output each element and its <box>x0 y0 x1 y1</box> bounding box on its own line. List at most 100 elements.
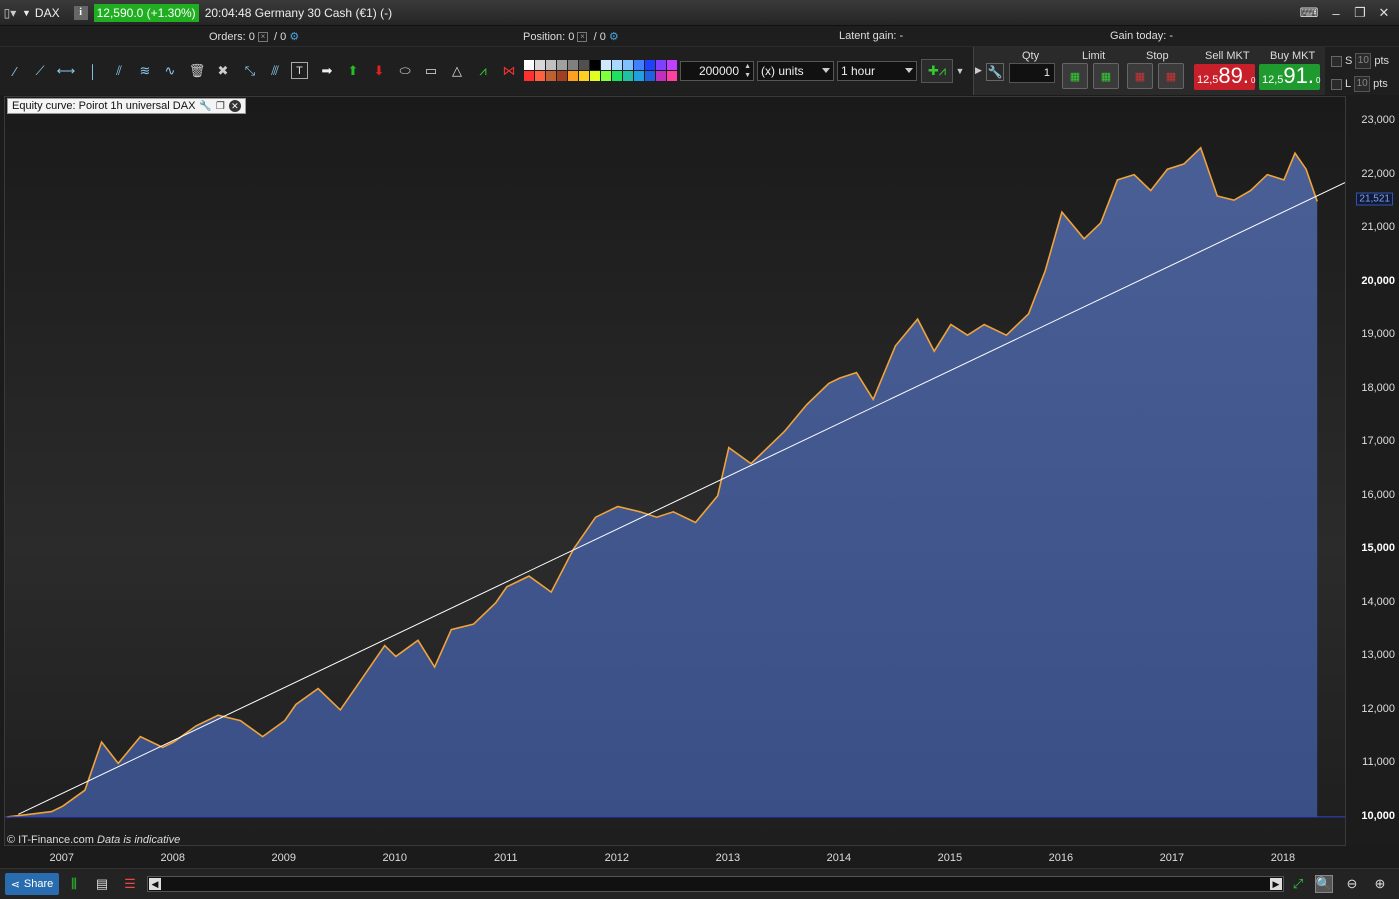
color-swatch[interactable] <box>590 71 600 81</box>
color-swatch[interactable] <box>612 71 622 81</box>
color-swatch[interactable] <box>656 60 666 70</box>
zoom-mode-icon[interactable]: 🔍 <box>1315 875 1333 893</box>
close-position-icon[interactable]: × <box>577 32 588 43</box>
close-button[interactable]: ✕ <box>1377 5 1391 20</box>
color-swatch[interactable] <box>579 71 589 81</box>
sell-stop-button[interactable]: ▦ <box>1158 63 1184 89</box>
color-swatch[interactable] <box>535 60 545 70</box>
y-axis[interactable]: 23,000 22,000 21,000 20,000 19,000 18,000 17,0… <box>1346 96 1399 846</box>
text-tool-icon[interactable]: T <box>291 62 308 79</box>
color-swatch[interactable] <box>524 71 534 81</box>
arrow-right-icon[interactable]: ➡ <box>317 61 337 81</box>
popout-icon[interactable]: ❐ <box>216 101 225 112</box>
chart-scrollbar[interactable]: ◀ ▶ <box>147 876 1284 892</box>
color-swatch[interactable] <box>645 60 655 70</box>
auto-scale-icon[interactable]: ⤢ <box>1289 875 1307 893</box>
tools-icon[interactable]: ✖ <box>213 61 233 81</box>
timeframe-select[interactable]: 1 hour <box>837 61 917 81</box>
quantity-stepper[interactable]: 200000 ▲ ▼ <box>680 61 754 81</box>
pitchfork-icon[interactable]: ⫻ <box>265 61 285 81</box>
sell-mkt-label: Sell MKT <box>1205 50 1250 62</box>
color-swatch[interactable] <box>601 60 611 70</box>
color-swatch[interactable] <box>634 71 644 81</box>
share-button[interactable]: ⋖ Share <box>5 873 59 895</box>
chart-area[interactable]: Equity curve: Poirot 1h universal DAX 🔧 … <box>4 96 1346 846</box>
color-swatch[interactable] <box>601 71 611 81</box>
units-select[interactable]: (x) units <box>757 61 834 81</box>
stop-pts-input[interactable]: 10 <box>1355 53 1372 69</box>
vertical-line-icon[interactable]: │ <box>83 61 103 81</box>
color-swatch[interactable] <box>634 60 644 70</box>
gear-icon[interactable]: ⚙ <box>609 31 619 43</box>
x-axis[interactable]: 2007 2008 2009 2010 2011 2012 2013 2014 2015 2016… <box>4 846 1346 868</box>
zigzag-tool-icon[interactable]: ⩘ <box>473 61 493 81</box>
sell-market-button[interactable]: 12,5 89. 0 <box>1194 64 1255 90</box>
color-swatch[interactable] <box>645 71 655 81</box>
pattern-tool-icon[interactable]: ⋈ <box>499 61 519 81</box>
stop-checkbox[interactable] <box>1331 55 1342 67</box>
scroll-right-icon[interactable]: ▶ <box>1270 878 1282 890</box>
close-icon[interactable]: ✕ <box>228 100 241 112</box>
chart-legend[interactable]: Equity curve: Poirot 1h universal DAX 🔧 … <box>7 98 246 114</box>
horizontal-line-icon[interactable]: ⟷ <box>56 61 76 81</box>
scroll-left-icon[interactable]: ◀ <box>149 878 161 890</box>
expand-arrow-icon[interactable]: ▶ <box>975 65 982 76</box>
rectangle-tool-icon[interactable]: ▭ <box>421 61 441 81</box>
color-swatch[interactable] <box>568 71 578 81</box>
info-icon[interactable]: i <box>73 5 88 20</box>
qty-input[interactable]: 1 <box>1009 63 1055 83</box>
buy-market-button[interactable]: 12,5 91. 0 <box>1259 64 1320 90</box>
wave-tool-icon[interactable]: ∿ <box>160 61 180 81</box>
triangle-tool-icon[interactable]: △ <box>447 61 467 81</box>
chevron-down-icon[interactable]: ▼ <box>955 61 965 81</box>
x-tick-label: 2016 <box>1048 852 1074 864</box>
color-swatch[interactable] <box>623 71 633 81</box>
color-swatch[interactable] <box>546 71 556 81</box>
limit-pts-input[interactable]: 10 <box>1354 76 1371 92</box>
symbol-dropdown[interactable]: ▼ DAX <box>20 0 68 26</box>
keyboard-icon[interactable]: ⌨ <box>1299 5 1319 20</box>
color-swatch[interactable] <box>667 60 677 70</box>
indicator-icon[interactable]: ✚⩘ <box>921 59 953 83</box>
color-swatch[interactable] <box>612 60 622 70</box>
order-book-icon[interactable]: ☰ <box>121 875 139 893</box>
trash-icon[interactable]: 🗑 <box>187 61 207 81</box>
color-swatch[interactable] <box>557 71 567 81</box>
minimize-button[interactable]: – <box>1329 6 1343 21</box>
limit-checkbox[interactable] <box>1331 78 1342 90</box>
channel-tool-icon[interactable]: ⫽ <box>109 61 129 81</box>
arrow-down-icon[interactable]: ⬇ <box>369 61 389 81</box>
arrow-up-icon[interactable]: ⬆ <box>343 61 363 81</box>
candlestick-icon[interactable]: ⫼ <box>65 875 83 893</box>
buy-stop-button[interactable]: ▦ <box>1127 63 1153 89</box>
wrench-icon[interactable]: 🔧 <box>986 63 1004 81</box>
buy-price-fraction: 0 <box>1316 76 1321 85</box>
cancel-orders-icon[interactable]: × <box>257 32 268 43</box>
stepper-arrows-icon[interactable]: ▲ ▼ <box>744 62 751 80</box>
ray-tool-icon[interactable]: ⟋ <box>30 61 50 81</box>
wrench-icon[interactable]: 🔧 <box>199 101 211 112</box>
zoom-in-icon[interactable]: ⊕ <box>1371 875 1389 893</box>
resize-arrows-icon[interactable]: ⤡ <box>240 61 260 81</box>
sell-limit-button[interactable]: ▦ <box>1093 63 1119 89</box>
color-swatch[interactable] <box>623 60 633 70</box>
buy-limit-button[interactable]: ▦ <box>1062 63 1088 89</box>
color-palette[interactable] <box>524 60 678 82</box>
line-tool-icon[interactable]: ⁄ <box>5 61 25 81</box>
color-swatch[interactable] <box>656 71 666 81</box>
color-swatch[interactable] <box>557 60 567 70</box>
color-swatch[interactable] <box>590 60 600 70</box>
gear-icon[interactable]: ⚙ <box>289 31 299 43</box>
restore-button[interactable]: ❐ <box>1353 5 1367 20</box>
indicators-icon[interactable]: ▤ <box>93 875 111 893</box>
fibonacci-icon[interactable]: ≋ <box>135 61 155 81</box>
color-swatch[interactable] <box>667 71 677 81</box>
color-swatch[interactable] <box>535 71 545 81</box>
color-swatch[interactable] <box>568 60 578 70</box>
color-swatch[interactable] <box>546 60 556 70</box>
zoom-out-icon[interactable]: ⊖ <box>1343 875 1361 893</box>
ellipse-tool-icon[interactable]: ⬭ <box>395 61 415 81</box>
color-swatch[interactable] <box>579 60 589 70</box>
window-menu-icon[interactable]: ▯▾ <box>0 0 20 26</box>
color-swatch[interactable] <box>524 60 534 70</box>
